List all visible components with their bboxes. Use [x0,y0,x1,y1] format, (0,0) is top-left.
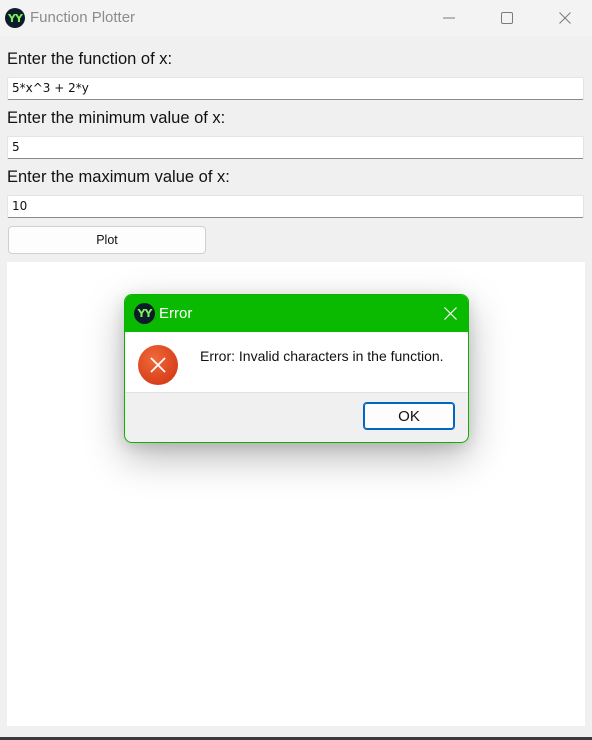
dialog-title-bar[interactable]: YY Error [125,295,468,332]
minimize-button[interactable] [420,0,478,36]
error-x-icon [150,357,166,373]
dialog-app-logo-icon: YY [134,303,155,324]
dialog-body: Error: Invalid characters in the functio… [125,332,468,393]
dialog-close-button[interactable] [430,295,468,332]
app-logo-icon: YY [5,8,25,28]
max-value-label: Enter the maximum value of x: [7,168,230,186]
function-label: Enter the function of x: [7,50,173,68]
ok-button[interactable]: OK [363,402,455,430]
error-dialog: YY Error Error: Invalid characters in th… [124,294,469,443]
error-icon [138,345,178,385]
title-bar[interactable]: YY Function Plotter [0,0,592,36]
window-title: Function Plotter [30,9,136,26]
main-window: YY Function Plotter Enter the function o… [0,0,592,740]
minimize-icon [443,17,455,19]
min-value-input[interactable]: 5 [7,136,584,159]
dialog-title: Error [159,305,193,322]
maximize-icon [501,12,513,24]
close-icon [559,12,571,24]
error-message: Error: Invalid characters in the functio… [200,348,444,364]
min-value-label: Enter the minimum value of x: [7,109,226,127]
close-icon [443,307,457,320]
max-value-input[interactable]: 10 [7,195,584,218]
maximize-button[interactable] [478,0,536,36]
plot-button[interactable]: Plot [8,226,206,254]
function-input[interactable]: 5*x^3 + 2*y [7,77,584,100]
close-button[interactable] [536,0,592,36]
